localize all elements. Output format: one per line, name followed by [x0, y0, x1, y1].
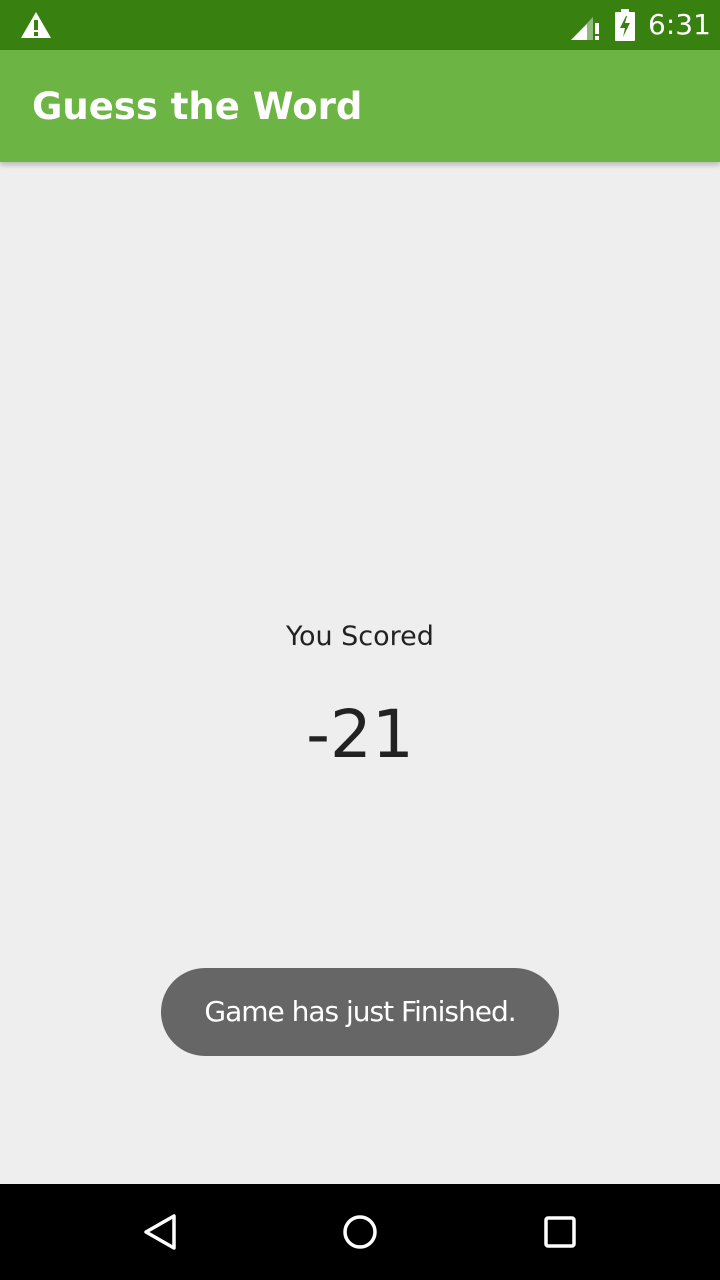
app-bar: Guess the Word [0, 50, 720, 162]
toast-message: Game has just Finished. [161, 968, 559, 1056]
home-icon[interactable] [332, 1204, 388, 1260]
score-label: You Scored [286, 621, 434, 652]
status-time: 6:31 [648, 8, 711, 41]
status-bar: 6:31 [0, 0, 720, 50]
navigation-bar [0, 1184, 720, 1280]
recents-icon[interactable] [532, 1204, 588, 1260]
signal-icon [571, 17, 599, 40]
back-icon[interactable] [132, 1204, 188, 1260]
warning-icon [21, 12, 51, 38]
battery-charging-icon [615, 9, 635, 41]
score-value: -21 [306, 696, 414, 773]
screen: 6:31 Guess the Word You Scored -21 Game … [0, 0, 720, 1280]
app-title: Guess the Word [32, 85, 363, 128]
